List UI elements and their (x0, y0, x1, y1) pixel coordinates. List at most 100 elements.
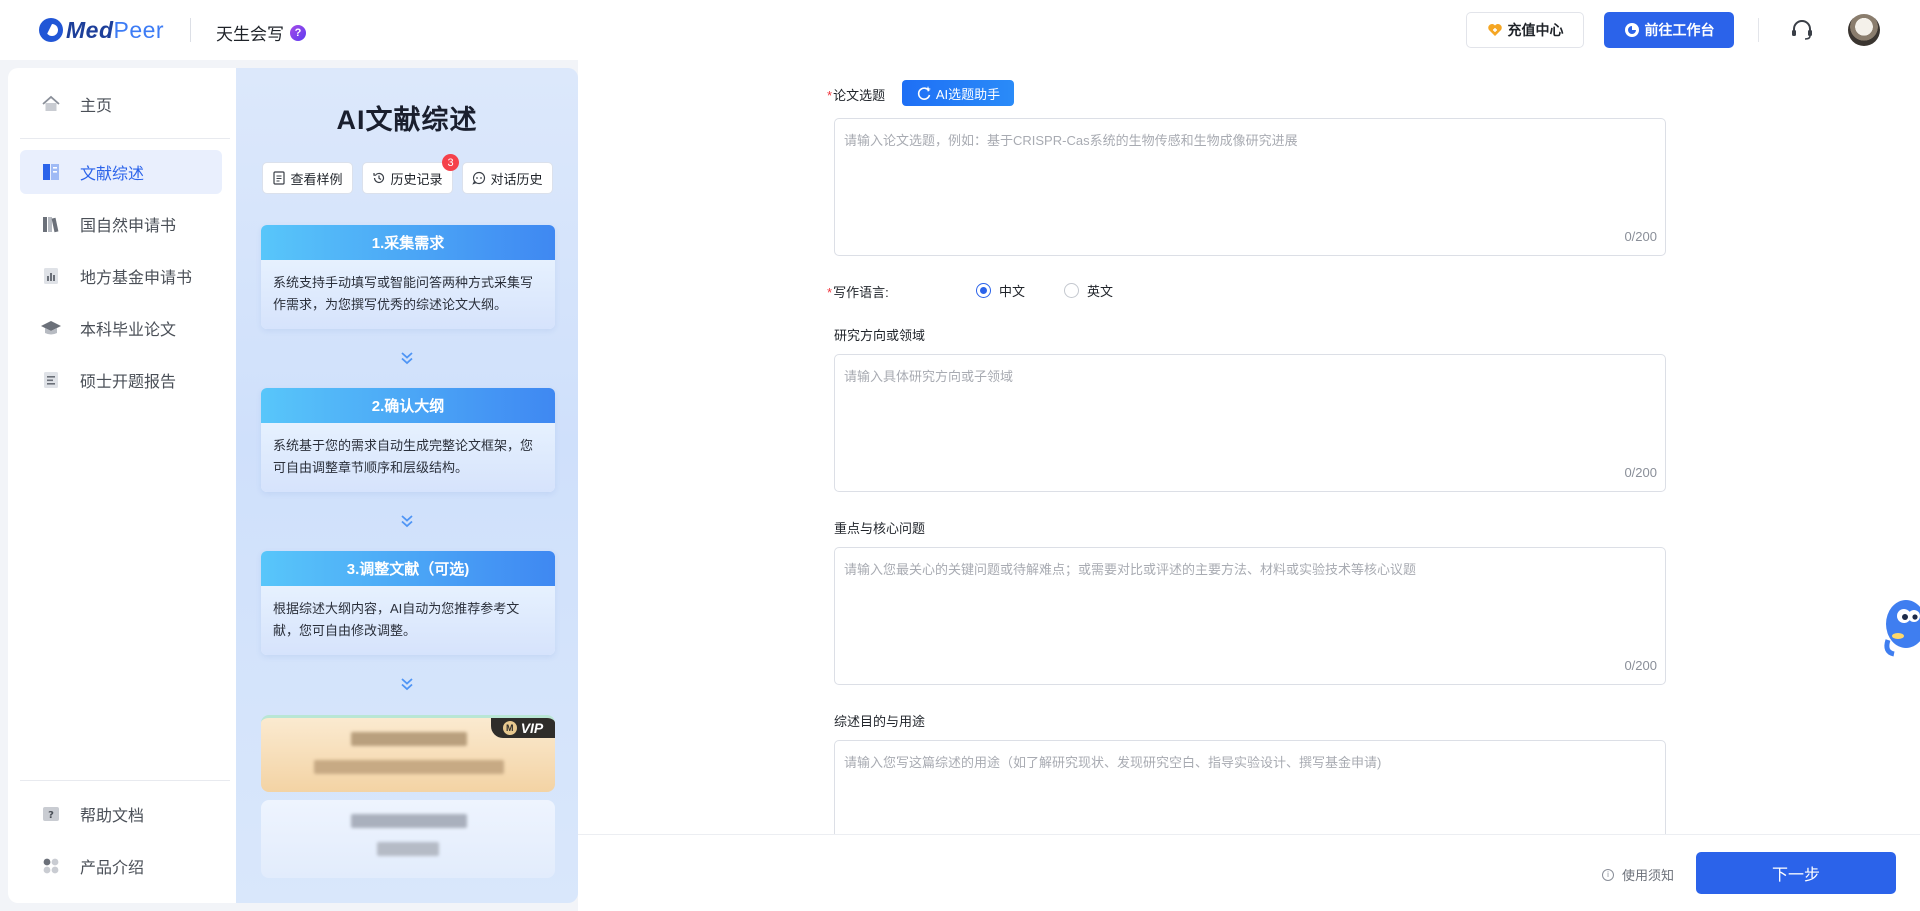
sidebar-item-literature-review[interactable]: 文献综述 (20, 150, 222, 194)
topic-textarea[interactable]: 请输入论文选题，例如：基于CRISPR-Cas系统的生物传感和生物成像研究进展 … (834, 118, 1666, 256)
top-header: MedPeer 天生会写 ? 充值中心 前往工作台 (0, 0, 1920, 60)
help-question-icon[interactable]: ? (290, 24, 306, 41)
language-radio-chinese[interactable]: 中文 (976, 281, 1025, 300)
usage-notice-link[interactable]: i 使用须知 (1602, 865, 1674, 884)
recharge-center-button[interactable]: 充值中心 (1466, 12, 1584, 48)
heart-wallet-icon (1487, 22, 1503, 38)
sidebar-item-label: 硕士开题报告 (80, 374, 177, 391)
step-card-2: 2.确认大纲 系统基于您的需求自动生成完整论文框架，您可自由调整章节顺序和层级结… (261, 388, 555, 492)
ai-sparkle-icon (916, 85, 932, 101)
chat-history-button[interactable]: 对话历史 (462, 162, 553, 194)
help-doc-icon: ? (40, 803, 62, 825)
sidebar-item-label: 地方基金申请书 (80, 270, 193, 287)
home-icon (40, 93, 62, 115)
topic-char-count: 0/200 (1624, 229, 1657, 244)
sidebar-divider-top (20, 138, 230, 139)
sidebar-divider-bottom (20, 780, 230, 781)
radio-label: 中文 (999, 284, 1026, 299)
chat-history-label: 对话历史 (490, 171, 543, 187)
workbench-label: 前往工作台 (1644, 22, 1715, 38)
logo-text-med: Med (66, 16, 114, 43)
workbench-logo-icon (1624, 22, 1640, 38)
doc-icon (272, 171, 286, 185)
sidebar-item-label: 主页 (80, 98, 113, 115)
direction-placeholder: 请输入具体研究方向或子领域 (844, 369, 1014, 384)
focus-placeholder: 请输入您最关心的关键问题或待解难点；或需要对比或评述的主要方法、材料或实验技术等… (844, 562, 1417, 577)
vip-badge: M VIP (491, 718, 555, 738)
vip-label: VIP (520, 720, 544, 736)
required-mark: * (827, 88, 833, 103)
chevron-double-down-icon (399, 513, 415, 529)
guide-panel: AI文献综述 查看样例 历史记录 3 对话历史 1.采集需求 系统支持手动填写或… (236, 68, 578, 903)
logo-mark-icon (39, 18, 63, 42)
history-records-button[interactable]: 历史记录 3 (362, 154, 459, 194)
logo-text: MedPeer (66, 17, 164, 44)
direction-label: 研究方向或领域 (834, 328, 926, 343)
recharge-label: 充值中心 (1507, 22, 1564, 38)
blurred-text-line (351, 814, 467, 828)
header-divider (190, 18, 191, 42)
sidebar-item-local-fund-application[interactable]: 地方基金申请书 (20, 254, 222, 298)
customer-service-headset-icon[interactable] (1789, 17, 1815, 43)
usage-notice-label: 使用须知 (1622, 868, 1675, 883)
sidebar-item-nsfc-application[interactable]: 国自然申请书 (20, 202, 222, 246)
sidebar-item-master-proposal[interactable]: 硕士开题报告 (20, 358, 222, 402)
chevron-double-down-icon (399, 350, 415, 366)
ai-topic-assistant-button[interactable]: AI选题助手 (902, 80, 1014, 106)
sidebar-nav: 主页 文献综述 国自然申请书 地方基金申请书 本科毕业论文 硕士开题报告 ? 帮… (8, 68, 236, 903)
purpose-placeholder: 请输入您写这篇综述的用途（如了解研究现状、发现研究空白、指导实验设计、撰写基金申… (844, 755, 1382, 770)
header-divider-right (1758, 18, 1759, 42)
direction-char-count: 0/200 (1624, 465, 1657, 480)
sidebar-item-label: 帮助文档 (80, 808, 145, 825)
user-avatar[interactable] (1848, 14, 1880, 46)
ai-topic-assistant-label: AI选题助手 (935, 86, 1001, 102)
vip-promo-card[interactable]: M VIP (261, 715, 555, 792)
apps-icon (40, 855, 62, 877)
radio-checked-icon (976, 283, 991, 298)
literature-icon (40, 161, 62, 183)
direction-textarea[interactable]: 请输入具体研究方向或子领域 0/200 (834, 354, 1666, 492)
radio-label: 英文 (1087, 284, 1114, 299)
step-description: 系统支持手动填写或智能问答两种方式采集写作需求，为您撰写优秀的综述论文大纲。 (261, 260, 555, 329)
next-step-button[interactable]: 下一步 (1696, 852, 1896, 894)
goto-workbench-button[interactable]: 前往工作台 (1604, 12, 1734, 48)
radio-unchecked-icon (1064, 283, 1079, 298)
step-card-3: 3.调整文献（可选) 根据综述大纲内容，AI自动为您推荐参考文献，您可自由修改调… (261, 551, 555, 655)
language-label: *写作语言: (827, 282, 889, 301)
history-records-label: 历史记录 (390, 171, 443, 187)
blurred-text-line (351, 732, 467, 746)
focus-label: 重点与核心问题 (834, 521, 926, 536)
sidebar-item-undergrad-thesis[interactable]: 本科毕业论文 (20, 306, 222, 350)
step-title: 1.采集需求 (261, 225, 555, 260)
promo-card[interactable] (261, 800, 555, 878)
report-icon (40, 369, 62, 391)
svg-text:?: ? (48, 810, 54, 821)
language-radio-english[interactable]: 英文 (1064, 281, 1113, 300)
required-mark: * (827, 285, 833, 300)
sidebar-item-product-intro[interactable]: 产品介绍 (20, 844, 222, 888)
graduation-cap-icon (40, 317, 62, 339)
books-icon (40, 213, 62, 235)
step-description: 系统基于您的需求自动生成完整论文框架，您可自由调整章节顺序和层级结构。 (261, 423, 555, 492)
vip-m-icon: M (502, 721, 517, 735)
sidebar-item-help-docs[interactable]: ? 帮助文档 (20, 792, 222, 836)
blurred-text-line (314, 760, 504, 774)
chat-icon (472, 171, 486, 185)
topic-label-text: 论文选题 (833, 88, 886, 103)
guide-title: AI文献综述 (336, 105, 478, 135)
focus-char-count: 0/200 (1624, 658, 1657, 673)
step-description: 根据综述大纲内容，AI自动为您推荐参考文献，您可自由修改调整。 (261, 586, 555, 655)
sidebar-item-home[interactable]: 主页 (20, 82, 222, 126)
history-count-badge: 3 (442, 154, 459, 171)
sidebar-item-label: 文献综述 (80, 166, 145, 183)
app-name-text: 天生会写 (216, 25, 284, 44)
sidebar-item-label: 本科毕业论文 (80, 322, 177, 339)
topic-placeholder: 请输入论文选题，例如：基于CRISPR-Cas系统的生物传感和生物成像研究进展 (844, 133, 1298, 148)
focus-textarea[interactable]: 请输入您最关心的关键问题或待解难点；或需要对比或评述的主要方法、材料或实验技术等… (834, 547, 1666, 685)
medpeer-logo[interactable]: MedPeer (39, 17, 164, 43)
assistant-mascot-icon[interactable] (1880, 596, 1920, 660)
sidebar-item-label: 国自然申请书 (80, 218, 177, 235)
view-sample-button[interactable]: 查看样例 (262, 162, 353, 194)
step-title: 3.调整文献（可选) (261, 551, 555, 586)
chart-doc-icon (40, 265, 62, 287)
